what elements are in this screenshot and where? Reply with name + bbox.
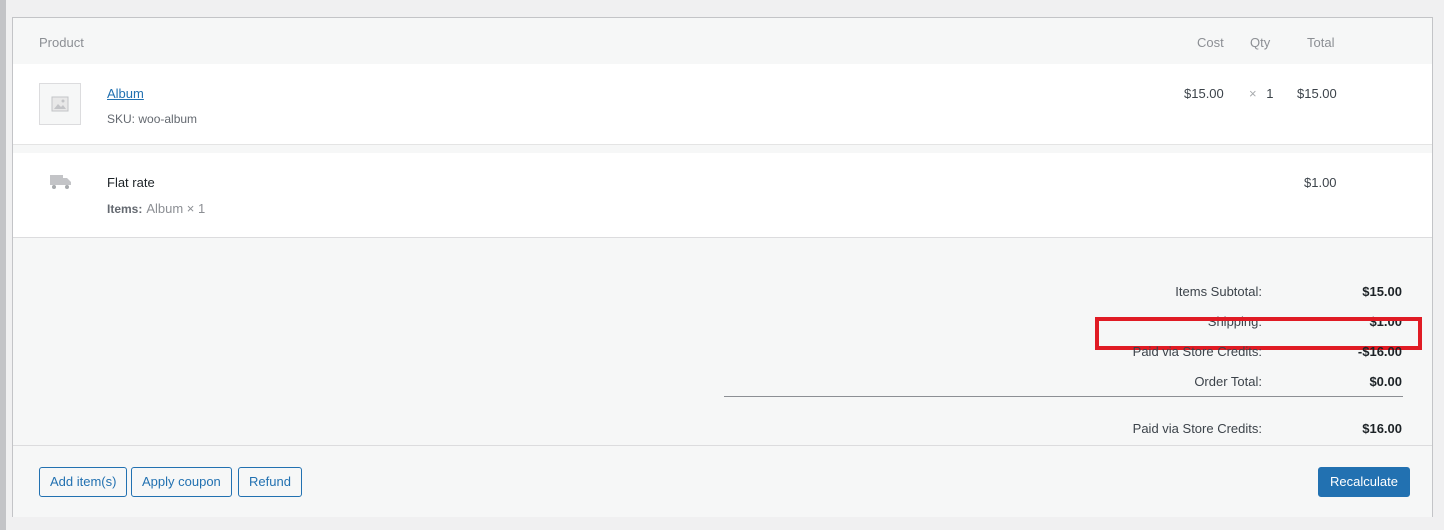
shipping-row: Flat rate Items: Album × 1 $1.00 xyxy=(13,153,1432,238)
column-header-product: Product xyxy=(39,35,84,50)
refund-button[interactable]: Refund xyxy=(238,467,302,497)
paid-store-credits-value: $16.00 xyxy=(1362,421,1402,436)
column-header-qty: Qty xyxy=(1250,35,1271,50)
line-item-row: Album SKU: woo-album $15.00 × 1 $15.00 xyxy=(13,64,1432,145)
product-sku: SKU: woo-album xyxy=(107,112,197,126)
times-icon: × xyxy=(1249,86,1257,101)
store-credits-label: Paid via Store Credits: xyxy=(1132,344,1262,359)
table-header: Product Cost Qty Total xyxy=(13,18,1432,64)
column-header-total: Total xyxy=(1307,35,1335,50)
items-subtotal-value: $15.00 xyxy=(1362,284,1402,299)
order-items-panel: Product Cost Qty Total Album SKU: woo-al… xyxy=(12,17,1433,517)
item-qty: × 1 xyxy=(1249,86,1273,101)
row-separator xyxy=(13,145,1432,153)
product-link[interactable]: Album xyxy=(107,86,144,101)
shipping-items-label: Items: xyxy=(107,202,143,216)
shipping-items: Items: Album × 1 xyxy=(107,201,205,216)
order-total-label: Order Total: xyxy=(1194,374,1262,389)
shipping-total: $1.00 xyxy=(1304,175,1337,190)
store-credits-value: -$16.00 xyxy=(1357,344,1402,359)
image-placeholder-icon xyxy=(39,83,81,125)
item-total: $15.00 xyxy=(1297,86,1337,101)
add-items-button[interactable]: Add item(s) xyxy=(39,467,128,497)
recalculate-button[interactable]: Recalculate xyxy=(1318,467,1410,497)
paid-store-credits-label: Paid via Store Credits: xyxy=(1132,421,1262,436)
order-total-value: $0.00 xyxy=(1369,374,1402,389)
item-cost: $15.00 xyxy=(1184,86,1224,101)
column-header-cost: Cost xyxy=(1197,35,1224,50)
sku-label: SKU: xyxy=(107,112,136,126)
sku-value: woo-album xyxy=(138,112,198,126)
qty-value: 1 xyxy=(1266,86,1274,101)
truck-icon xyxy=(50,173,72,193)
shipping-items-value: Album × 1 xyxy=(146,201,206,216)
items-subtotal-label: Items Subtotal: xyxy=(1175,284,1262,299)
shipping-method-name: Flat rate xyxy=(107,175,155,190)
totals-divider xyxy=(724,396,1403,397)
order-actions-bar: Add item(s) Apply coupon Refund Recalcul… xyxy=(13,445,1432,517)
apply-coupon-button[interactable]: Apply coupon xyxy=(131,467,232,497)
